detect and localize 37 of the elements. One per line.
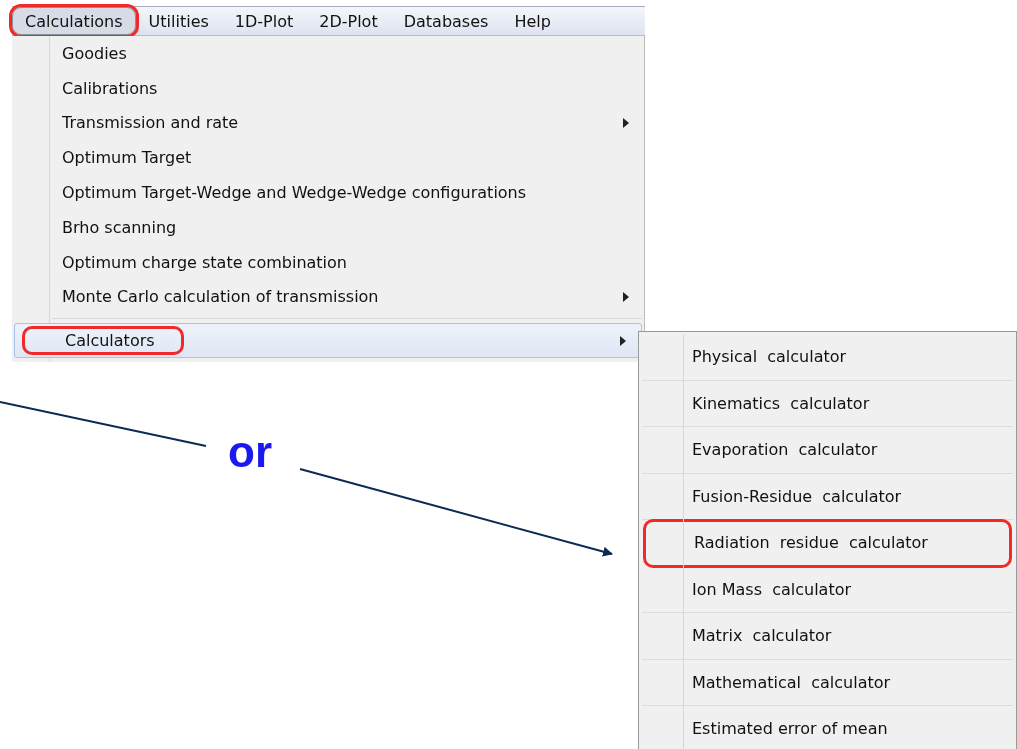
submenu-arrow-icon — [622, 117, 630, 129]
menu-title[interactable]: Help — [501, 7, 564, 35]
menu-title[interactable]: Utilities — [135, 7, 222, 35]
menu-item[interactable]: Calibrations — [12, 70, 644, 106]
menu-item[interactable]: Mathematical calculator — [642, 659, 1013, 706]
menu-title[interactable]: 2D-Plot — [306, 7, 391, 35]
annotation-text: or — [228, 430, 272, 474]
menu-item[interactable]: Radiation residue calculator — [644, 520, 1011, 567]
menu-title[interactable]: 1D-Plot — [221, 7, 307, 35]
menu-item[interactable]: Transmission and rate — [12, 105, 644, 141]
menu-item[interactable]: Physical calculator — [642, 334, 1013, 381]
menu-item[interactable]: Brho scanning — [12, 210, 644, 245]
menu-item-label: Goodies — [61, 42, 128, 65]
menu-item-label: Optimum Target-Wedge and Wedge-Wedge configurations — [61, 182, 528, 205]
menu-item-label: Calibrations — [61, 77, 159, 100]
menu-item[interactable]: Calculators — [14, 323, 642, 359]
menu-item[interactable]: Optimum Target-Wedge and Wedge-Wedge configurations — [12, 175, 644, 210]
menu-item[interactable]: Optimum Target — [12, 140, 644, 176]
menu-title[interactable]: Databases — [390, 7, 502, 35]
menu-item-label: Optimum Target — [61, 147, 193, 170]
menu-item[interactable]: Ion Mass calculator — [642, 566, 1013, 613]
menu-item[interactable]: Optimum charge state combination — [12, 244, 644, 280]
menu-item-label: Monte Carlo calculation of transmission — [61, 286, 380, 309]
menu-item-label: Brho scanning — [61, 216, 178, 239]
menu-item-label: Transmission and rate — [61, 112, 240, 135]
menu-item[interactable]: Estimated error of mean — [642, 706, 1013, 749]
menu-item[interactable]: Goodies — [12, 36, 644, 71]
menu-item-label: Optimum charge state combination — [61, 251, 348, 274]
menu-title[interactable]: Calculations — [12, 7, 136, 35]
submenu-arrow-icon — [622, 290, 630, 303]
menu-item[interactable]: Kinematics calculator — [642, 380, 1013, 427]
menu-item[interactable]: Monte Carlo calculation of transmission — [12, 279, 644, 315]
menu-item[interactable]: Fusion-Residue calculator — [642, 473, 1013, 520]
menu-item[interactable]: Matrix calculator — [642, 613, 1013, 660]
submenu-arrow-icon — [619, 334, 627, 347]
menu-item[interactable]: Evaporation calculator — [642, 427, 1013, 474]
highlighted-label: Calculators — [23, 327, 183, 355]
